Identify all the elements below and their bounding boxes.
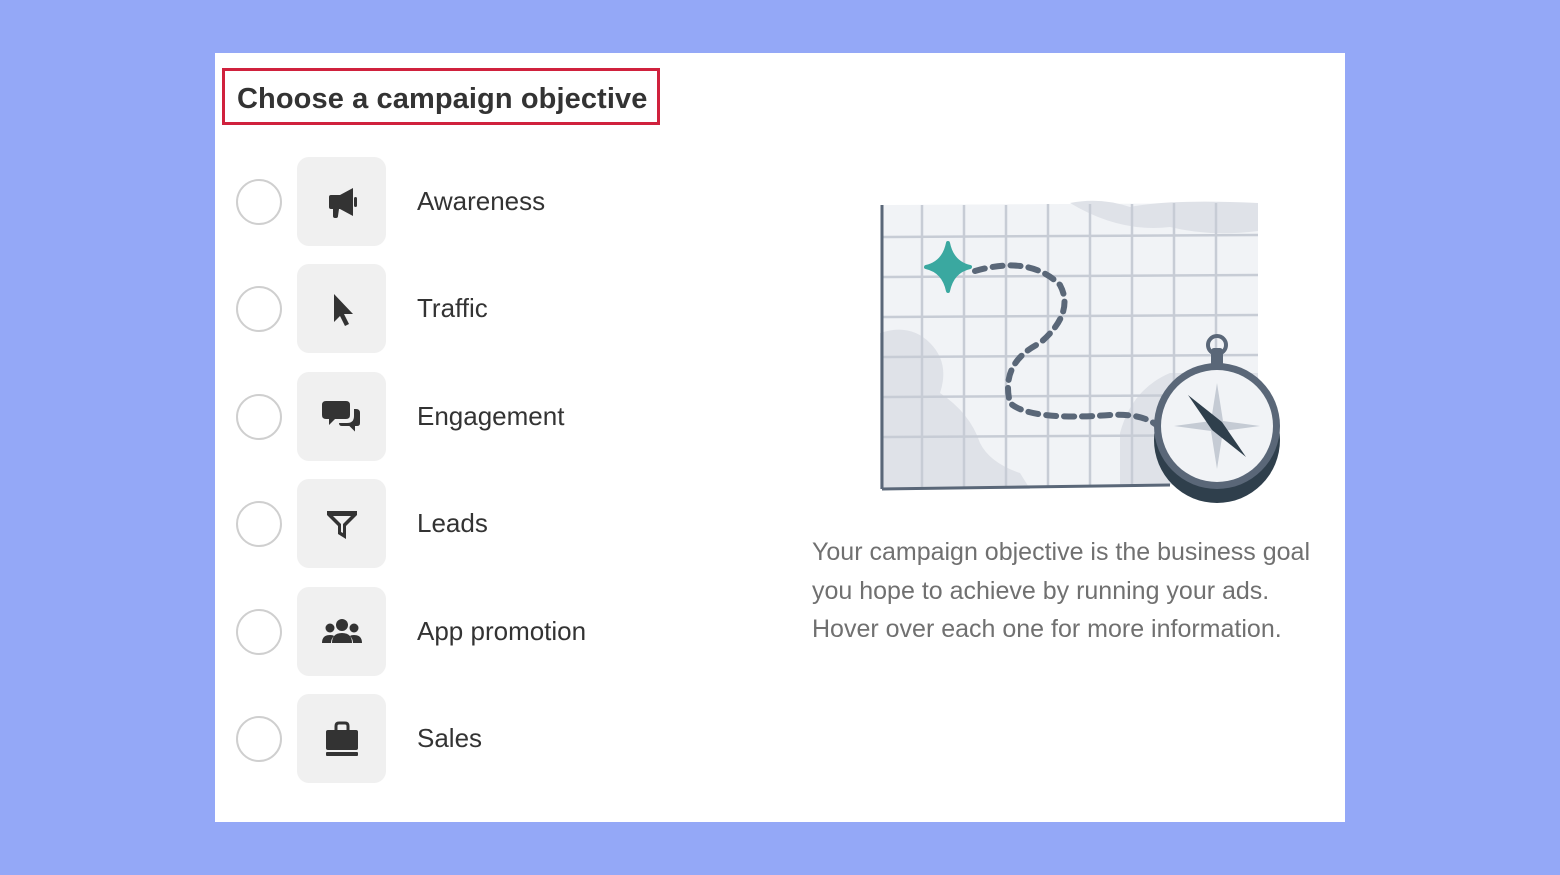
radio-app-promotion[interactable]: [236, 609, 282, 655]
objective-app-promotion[interactable]: App promotion: [215, 586, 775, 676]
radio-sales[interactable]: [236, 716, 282, 762]
radio-leads[interactable]: [236, 501, 282, 547]
icon-tile-traffic: [297, 264, 386, 353]
radio-traffic[interactable]: [236, 286, 282, 332]
objective-leads[interactable]: Leads: [215, 478, 775, 568]
objective-awareness[interactable]: Awareness: [215, 156, 775, 246]
campaign-objective-panel: Choose a campaign objective Awareness Tr…: [215, 53, 1345, 822]
objective-sales[interactable]: Sales: [215, 693, 775, 783]
map-compass-illustration: [880, 200, 1280, 503]
objective-label-leads: Leads: [417, 508, 488, 538]
objective-label-traffic: Traffic: [417, 293, 488, 323]
page-title: Choose a campaign objective: [237, 83, 648, 115]
icon-tile-sales: [297, 694, 386, 783]
radio-awareness[interactable]: [236, 179, 282, 225]
objective-label-app-promotion: App promotion: [417, 616, 587, 646]
cursor-icon: [333, 293, 353, 326]
objective-label-awareness: Awareness: [417, 186, 546, 216]
megaphone-icon: [328, 187, 357, 218]
objective-label-engagement: Engagement: [417, 401, 565, 431]
icon-tile-leads: [297, 479, 386, 568]
chat-bubbles-icon: [321, 400, 362, 436]
shopping-bag-icon: [325, 721, 358, 756]
objective-engagement[interactable]: Engagement: [215, 371, 775, 461]
people-group-icon: [321, 618, 362, 643]
objective-traffic[interactable]: Traffic: [215, 263, 775, 353]
funnel-icon: [326, 510, 357, 539]
objective-label-sales: Sales: [417, 723, 483, 753]
icon-tile-awareness: [297, 157, 386, 246]
radio-engagement[interactable]: [236, 394, 282, 440]
objective-description: Your campaign objective is the business …: [812, 538, 1310, 643]
icon-tile-engagement: [297, 372, 386, 461]
icon-tile-app-promotion: [297, 587, 386, 676]
